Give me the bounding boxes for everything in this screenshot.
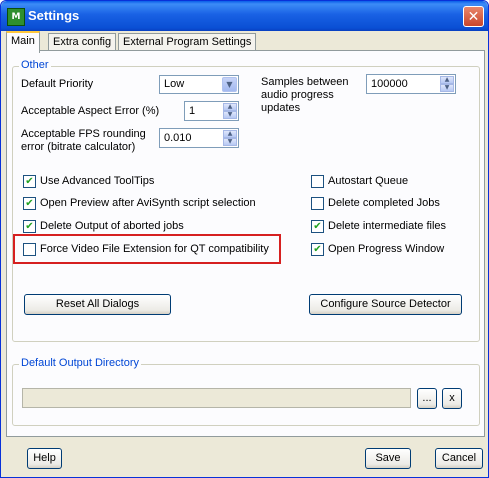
spin-up-icon[interactable]: ▲ xyxy=(440,76,454,84)
settings-window: M Settings ✕ Main Extra config External … xyxy=(0,0,489,478)
tab-main-label: Main xyxy=(11,35,35,47)
spin-down-icon[interactable]: ▼ xyxy=(440,84,454,92)
autostart-queue-checkbox[interactable] xyxy=(311,175,324,188)
save-button[interactable]: Save xyxy=(365,448,411,469)
delete-intermediate-files-checkbox[interactable]: ✔ xyxy=(311,220,324,233)
samples-between-spinner[interactable]: 100000 ▲ ▼ xyxy=(366,74,456,94)
open-progress-window-label[interactable]: Open Progress Window xyxy=(328,243,444,256)
help-button[interactable]: Help xyxy=(27,448,62,469)
default-priority-value: Low xyxy=(164,78,185,90)
force-video-extension-label[interactable]: Force Video File Extension for QT compat… xyxy=(40,243,269,256)
tab-main[interactable]: Main xyxy=(6,31,40,53)
app-icon: M xyxy=(7,8,25,26)
fps-rounding-label: Acceptable FPS rounding error (bitrate c… xyxy=(21,128,146,153)
close-button[interactable]: ✕ xyxy=(463,6,484,27)
delete-output-aborted-label[interactable]: Delete Output of aborted jobs xyxy=(40,220,184,233)
reset-all-dialogs-button[interactable]: Reset All Dialogs xyxy=(24,294,171,315)
spin-down-icon[interactable]: ▼ xyxy=(223,138,237,146)
open-progress-window-checkbox[interactable]: ✔ xyxy=(311,243,324,256)
samples-between-label: Samples between audio progress updates xyxy=(261,76,349,114)
aspect-error-spinner[interactable]: 1 ▲ ▼ xyxy=(184,101,239,121)
fps-rounding-value: 0.010 xyxy=(164,132,192,144)
force-video-extension-checkbox[interactable] xyxy=(23,243,36,256)
delete-output-aborted-checkbox[interactable]: ✔ xyxy=(23,220,36,233)
clear-button[interactable]: x xyxy=(442,388,462,409)
use-advanced-tooltips-label[interactable]: Use Advanced ToolTips xyxy=(40,175,154,188)
default-output-directory-legend: Default Output Directory xyxy=(19,357,141,369)
tab-external-program-settings-label: External Program Settings xyxy=(123,36,252,48)
chevron-down-icon[interactable]: ▼ xyxy=(222,77,237,92)
fps-rounding-spinner[interactable]: 0.010 ▲ ▼ xyxy=(159,128,239,148)
aspect-error-label: Acceptable Aspect Error (%) xyxy=(21,105,160,117)
window-title: Settings xyxy=(28,8,80,23)
delete-completed-jobs-label[interactable]: Delete completed Jobs xyxy=(328,197,440,210)
cancel-button[interactable]: Cancel xyxy=(435,448,483,469)
open-preview-label[interactable]: Open Preview after AviSynth script selec… xyxy=(40,197,256,210)
other-group-legend: Other xyxy=(19,59,51,71)
tab-external-program-settings[interactable]: External Program Settings xyxy=(118,33,257,51)
delete-completed-jobs-checkbox[interactable] xyxy=(311,197,324,210)
samples-between-value: 100000 xyxy=(371,78,408,90)
delete-intermediate-files-label[interactable]: Delete intermediate files xyxy=(328,220,446,233)
tab-extra-config[interactable]: Extra config xyxy=(48,33,117,51)
output-directory-field[interactable] xyxy=(22,388,411,408)
tab-extra-config-label: Extra config xyxy=(53,36,112,48)
browse-button[interactable]: ... xyxy=(417,388,437,409)
default-priority-label: Default Priority xyxy=(21,78,94,90)
spin-up-icon[interactable]: ▲ xyxy=(223,130,237,138)
autostart-queue-label[interactable]: Autostart Queue xyxy=(328,175,408,188)
use-advanced-tooltips-checkbox[interactable]: ✔ xyxy=(23,175,36,188)
aspect-error-value: 1 xyxy=(189,105,196,117)
default-priority-select[interactable]: Low ▼ xyxy=(159,75,239,94)
configure-source-detector-button[interactable]: Configure Source Detector xyxy=(309,294,462,315)
open-preview-checkbox[interactable]: ✔ xyxy=(23,197,36,210)
spin-up-icon[interactable]: ▲ xyxy=(223,103,237,111)
spin-down-icon[interactable]: ▼ xyxy=(223,111,237,119)
title-bar[interactable]: M Settings ✕ xyxy=(1,1,488,31)
